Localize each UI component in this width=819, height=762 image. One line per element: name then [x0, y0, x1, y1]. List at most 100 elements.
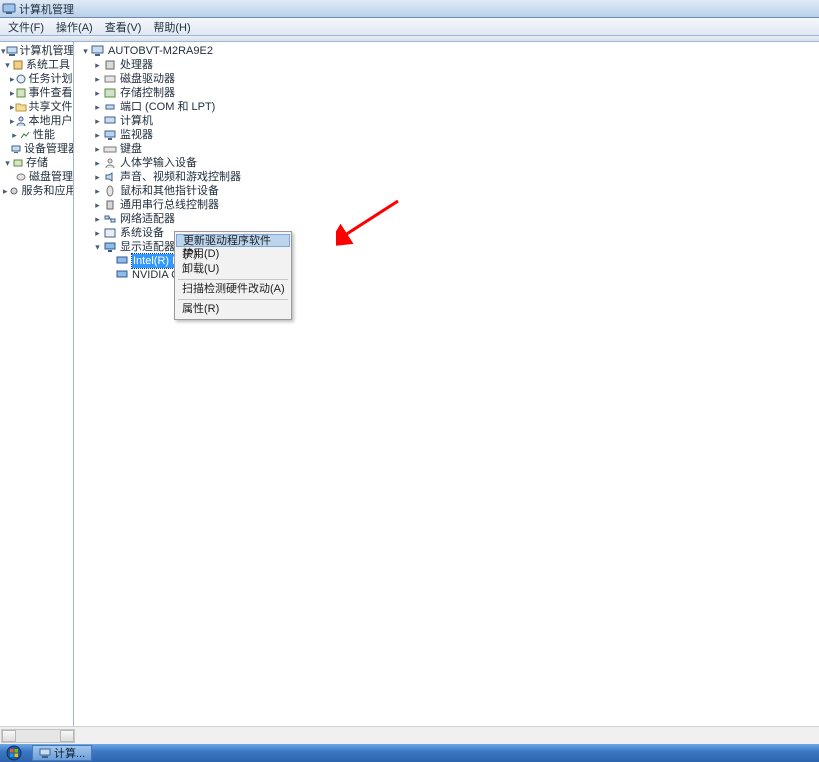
nav-device-manager-label: 设备管理器	[24, 142, 74, 156]
menu-action[interactable]: 操作(A)	[50, 19, 99, 35]
tree-usb[interactable]: ▸ 通用串行总线控制器	[74, 198, 819, 212]
horizontal-scrollbar[interactable]	[0, 726, 819, 744]
chip-icon	[103, 59, 117, 71]
ctx-separator	[178, 299, 288, 300]
expand-icon[interactable]: ▸	[92, 86, 103, 100]
device-tree-pane[interactable]: ▾ AUTOBVT-M2RA9E2 ▸ 处理器 ▸ 磁盘驱动器 ▸ 存储控制器 …	[74, 42, 819, 726]
tree-storage-ctrl-label: 存储控制器	[120, 86, 175, 100]
ctx-update-driver[interactable]: 更新驱动程序软件(P)...	[176, 234, 290, 247]
expand-icon[interactable]: ▸	[92, 128, 103, 142]
nav-task-scheduler[interactable]: ▸ 任务计划程	[0, 72, 73, 86]
tree-sound[interactable]: ▸ 声音、视频和游戏控制器	[74, 170, 819, 184]
tree-hid[interactable]: ▸ 人体学输入设备	[74, 156, 819, 170]
tree-mouse-label: 鼠标和其他指针设备	[120, 184, 219, 198]
expand-icon[interactable]: ▸	[92, 226, 103, 240]
tree-storage-ctrl[interactable]: ▸ 存储控制器	[74, 86, 819, 100]
menubar: 文件(F) 操作(A) 查看(V) 帮助(H)	[0, 18, 819, 36]
scroll-left-button[interactable]	[2, 730, 16, 742]
nav-event-viewer[interactable]: ▸ 事件查看器	[0, 86, 73, 100]
tree-ports[interactable]: ▸ 端口 (COM 和 LPT)	[74, 100, 819, 114]
nav-performance[interactable]: ▸ 性能	[0, 128, 73, 142]
computer-icon	[91, 45, 105, 57]
storage-ctrl-icon	[103, 87, 117, 99]
left-nav-tree[interactable]: ▾ 计算机管理(本地 ▾ 系统工具 ▸ 任务计划程 ▸ 事件查看器 ▸ 共享文件…	[0, 42, 74, 726]
expand-icon[interactable]: ▾	[92, 240, 103, 254]
gear-icon	[8, 185, 20, 197]
tree-monitors[interactable]: ▸ 监视器	[74, 128, 819, 142]
nav-performance-label: 性能	[33, 128, 55, 142]
app-icon	[39, 747, 51, 759]
clock-icon	[15, 73, 27, 85]
nav-storage[interactable]: ▾ 存储	[0, 156, 73, 170]
expand-icon[interactable]: ▸	[92, 142, 103, 156]
tree-keyboards[interactable]: ▸ 键盘	[74, 142, 819, 156]
system-icon	[103, 227, 117, 239]
tree-processors-label: 处理器	[120, 58, 153, 72]
nav-services-apps-label: 服务和应用程	[22, 184, 74, 198]
taskbar[interactable]: 计算...	[0, 744, 819, 762]
ctx-properties[interactable]: 属性(R)	[176, 302, 290, 317]
expand-icon[interactable]: ▾	[3, 156, 12, 170]
nav-shared-folders[interactable]: ▸ 共享文件夹	[0, 100, 73, 114]
start-button[interactable]	[0, 744, 28, 762]
expand-icon[interactable]: ▸	[92, 58, 103, 72]
expand-icon[interactable]: ▸	[92, 156, 103, 170]
expand-icon[interactable]: ▸	[92, 170, 103, 184]
tools-icon	[12, 59, 24, 71]
tree-computer[interactable]: ▸ 计算机	[74, 114, 819, 128]
nav-disk-mgmt[interactable]: 磁盘管理	[0, 170, 73, 184]
usb-icon	[103, 199, 117, 211]
menu-file[interactable]: 文件(F)	[2, 19, 50, 35]
expand-icon[interactable]: ▾	[3, 58, 12, 72]
nav-event-viewer-label: 事件查看器	[29, 86, 74, 100]
expand-icon[interactable]: ▾	[80, 44, 91, 58]
tree-display-adapters-label: 显示适配器	[120, 240, 175, 254]
expand-icon[interactable]: ▸	[92, 184, 103, 198]
expand-icon[interactable]: ▸	[92, 114, 103, 128]
tree-system-dev-label: 系统设备	[120, 226, 164, 240]
nav-system-tools[interactable]: ▾ 系统工具	[0, 58, 73, 72]
hid-icon	[103, 157, 117, 169]
nav-services-apps[interactable]: ▸ 服务和应用程	[0, 184, 73, 198]
display-icon	[103, 241, 117, 253]
nav-local-users[interactable]: ▸ 本地用户和	[0, 114, 73, 128]
port-icon	[103, 101, 117, 113]
nav-task-scheduler-label: 任务计划程	[29, 72, 74, 86]
expand-icon[interactable]: ▸	[92, 212, 103, 226]
computer-icon	[103, 115, 117, 127]
expand-icon[interactable]: ▸	[10, 128, 19, 142]
window-titlebar: 计算机管理	[0, 0, 819, 18]
tree-processors[interactable]: ▸ 处理器	[74, 58, 819, 72]
expand-icon[interactable]: ▸	[92, 100, 103, 114]
context-menu[interactable]: 更新驱动程序软件(P)... 禁用(D) 卸载(U) 扫描检测硬件改动(A) 属…	[174, 231, 292, 320]
ctx-disable[interactable]: 禁用(D)	[176, 247, 290, 262]
monitor-icon	[103, 129, 117, 141]
gpu-icon	[115, 255, 129, 267]
taskbar-task-label: 计算...	[54, 745, 85, 761]
nav-system-tools-label: 系统工具	[26, 58, 70, 72]
expand-icon[interactable]: ▸	[92, 198, 103, 212]
tree-disk-drives[interactable]: ▸ 磁盘驱动器	[74, 72, 819, 86]
event-icon	[15, 87, 27, 99]
ctx-scan-hw[interactable]: 扫描检测硬件改动(A)	[176, 282, 290, 297]
menu-view[interactable]: 查看(V)	[99, 19, 148, 35]
scroll-right-button[interactable]	[60, 730, 74, 742]
computer-icon	[6, 45, 18, 57]
app-icon	[2, 2, 16, 16]
ctx-uninstall[interactable]: 卸载(U)	[176, 262, 290, 277]
tree-network[interactable]: ▸ 网络适配器	[74, 212, 819, 226]
menu-help[interactable]: 帮助(H)	[147, 19, 196, 35]
scroll-track[interactable]	[1, 729, 75, 743]
scroll-thumb[interactable]	[16, 730, 60, 742]
expand-icon[interactable]: ▸	[92, 72, 103, 86]
tree-root[interactable]: ▾ AUTOBVT-M2RA9E2	[74, 44, 819, 58]
nav-local-users-label: 本地用户和	[29, 114, 74, 128]
window-title: 计算机管理	[19, 1, 74, 17]
tree-mouse[interactable]: ▸ 鼠标和其他指针设备	[74, 184, 819, 198]
taskbar-task-compmgmt[interactable]: 计算...	[32, 745, 92, 761]
tree-usb-label: 通用串行总线控制器	[120, 198, 219, 212]
nav-root[interactable]: ▾ 计算机管理(本地	[0, 44, 73, 58]
device-icon	[10, 143, 22, 155]
nav-device-manager[interactable]: 设备管理器	[0, 142, 73, 156]
folder-icon	[15, 101, 27, 113]
